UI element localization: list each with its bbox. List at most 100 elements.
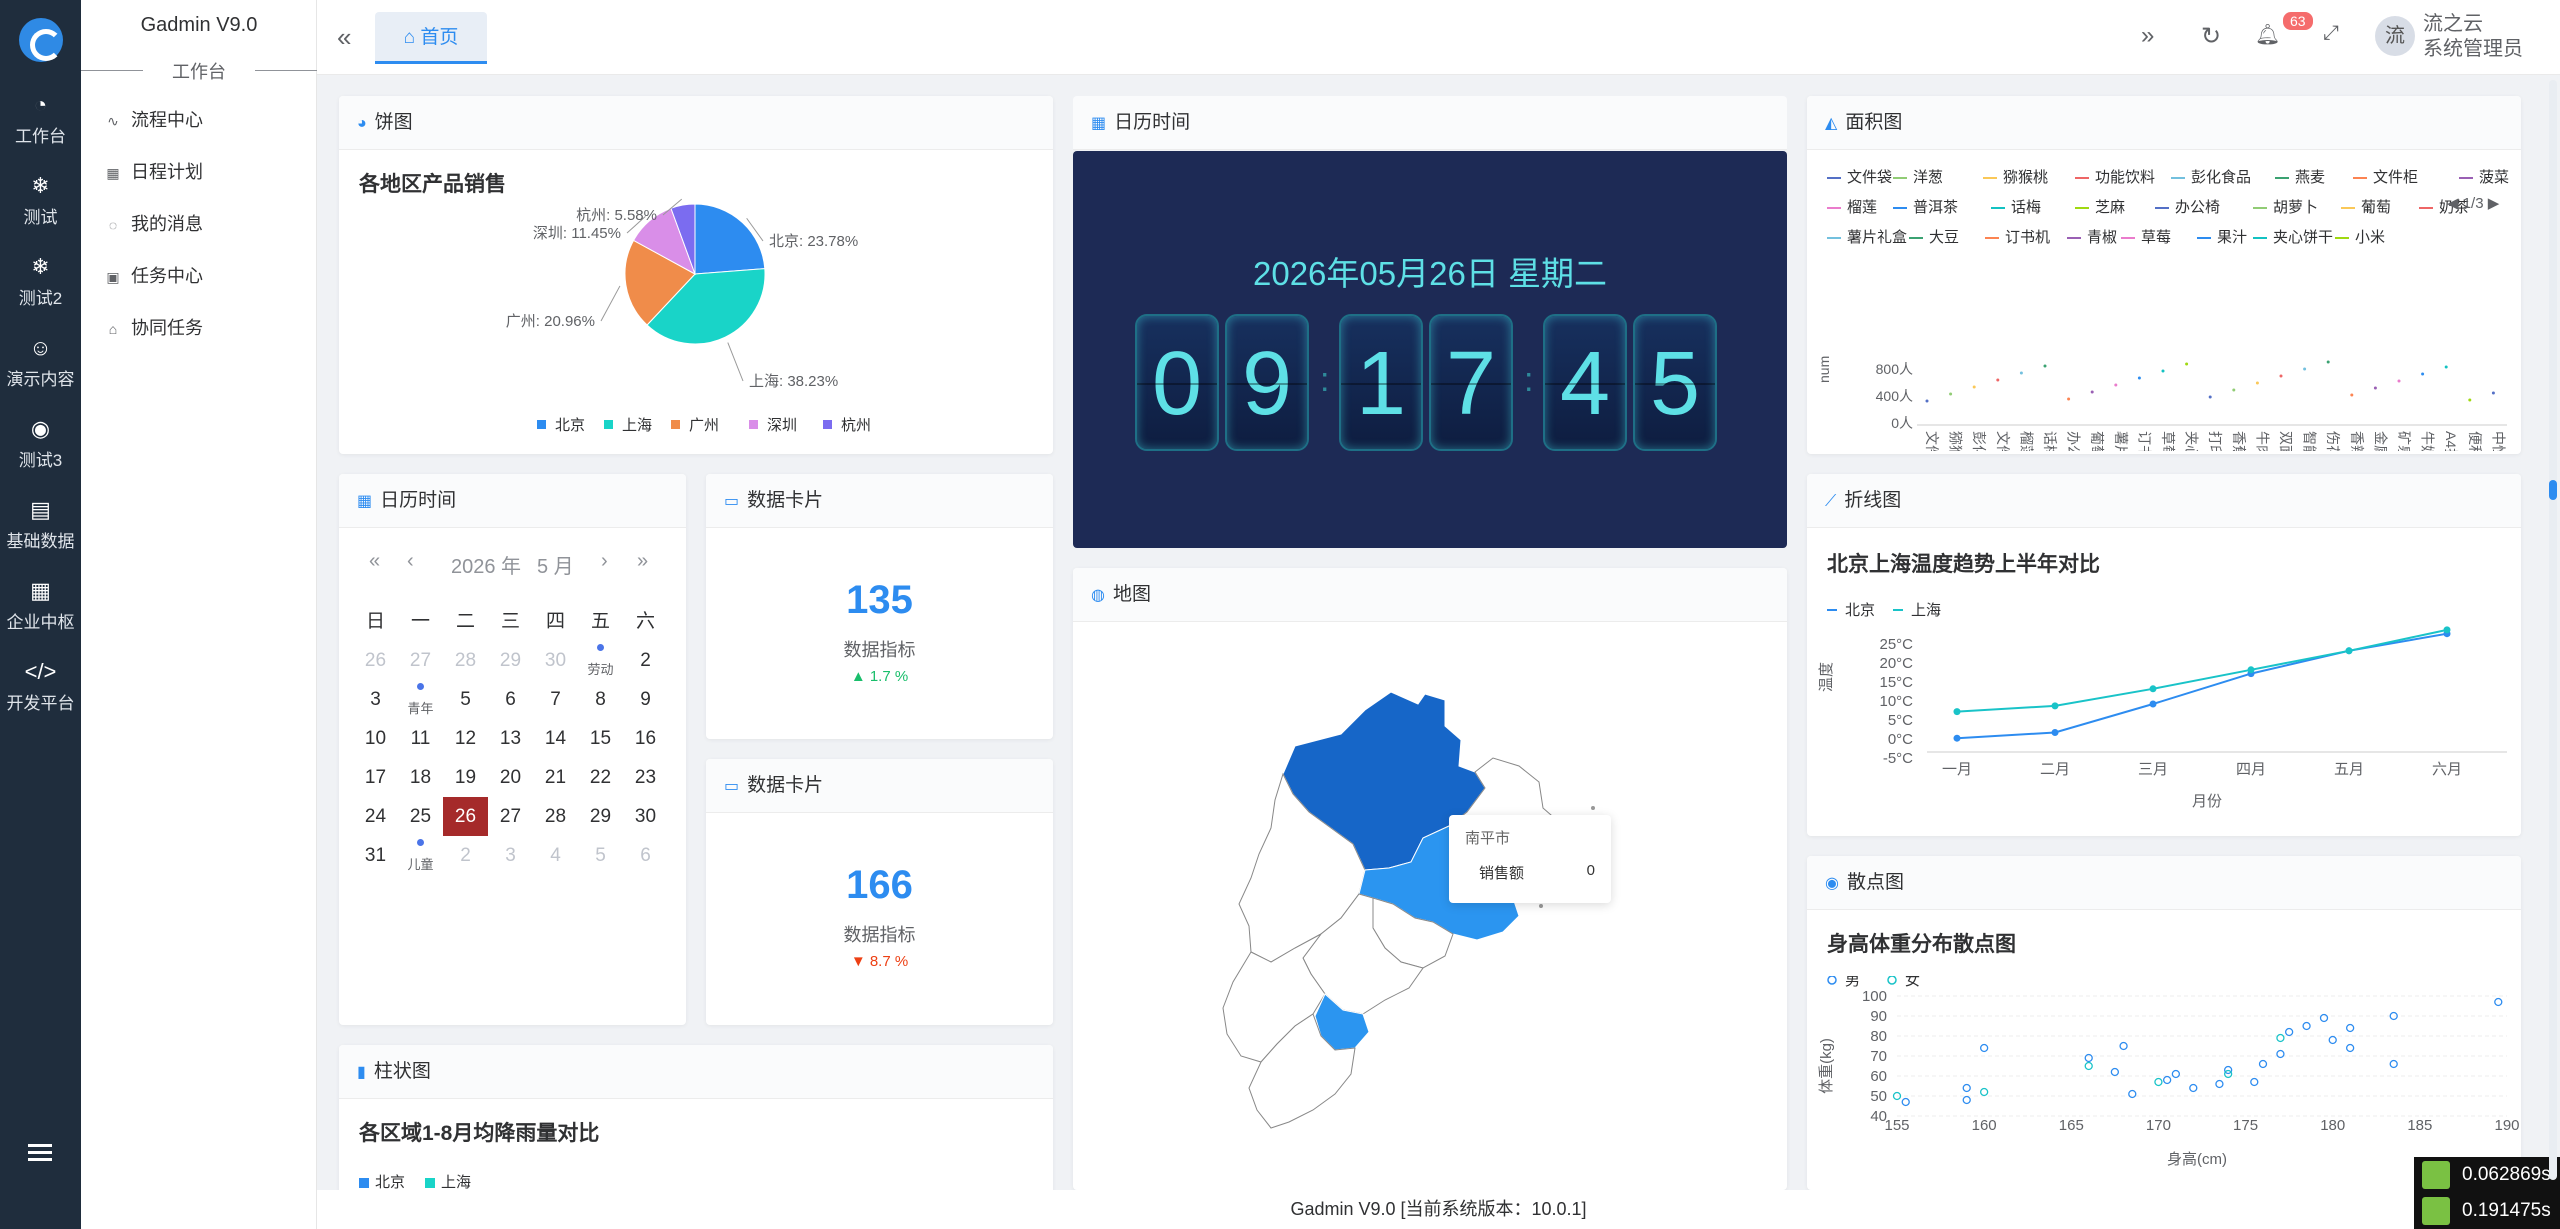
tab-home[interactable]: ⌂ 首页 [375,12,487,64]
province-map[interactable] [1073,622,1787,1190]
calendar-day[interactable]: 8 [578,680,623,719]
area-legend-item[interactable]: 话梅 [1991,196,2041,217]
area-legend-item[interactable]: 薯片礼盒 [1827,226,1907,247]
bar-legend-item[interactable]: 北京 [359,1171,405,1192]
submenu-item[interactable]: ◌ 我的消息 [103,209,203,239]
scrollbar[interactable] [2549,80,2557,1180]
calendar-day[interactable]: 3 [353,680,398,719]
calendar-day[interactable]: 劳动 [578,641,623,680]
calendar-day[interactable]: 14 [533,719,578,758]
calendar-day[interactable]: 12 [443,719,488,758]
submenu-item[interactable]: ▣ 任务中心 [103,261,203,291]
area-legend-item[interactable]: 燕麦 [2275,166,2325,187]
calendar-day[interactable]: 19 [443,758,488,797]
area-legend-item[interactable]: 彭化食品 [2171,166,2251,187]
rail-item-6[interactable]: ▦ 企业中枢 [0,574,81,644]
rail-item-4[interactable]: ◉ 测试3 [0,412,81,482]
area-legend-item[interactable]: 果汁 [2197,226,2247,247]
area-legend-item[interactable]: 草莓 [2121,226,2171,247]
calendar-day[interactable]: 29 [488,641,533,680]
area-legend-item[interactable]: 芝麻 [2075,196,2125,217]
calendar-day[interactable]: 2 [443,836,488,875]
calendar-day[interactable]: 儿童 [398,836,443,875]
logo-icon[interactable] [19,18,63,62]
calendar-day[interactable]: 20 [488,758,533,797]
calendar-day[interactable]: 30 [623,797,668,836]
area-legend-item[interactable]: 夹心饼干 [2253,226,2333,247]
next-year-icon[interactable]: » [637,550,648,573]
user-info[interactable]: 流之云 系统管理员 [2423,12,2523,62]
area-legend-item[interactable]: 菠菜 [2459,166,2509,187]
calendar-day[interactable]: 27 [398,641,443,680]
calendar-day[interactable]: 9 [623,680,668,719]
submenu-item[interactable]: ⌂ 协同任务 [103,313,203,343]
calendar-day[interactable]: 4 [533,836,578,875]
calendar-day[interactable]: 3 [488,836,533,875]
calendar-day[interactable]: 21 [533,758,578,797]
avatar[interactable]: 流 [2375,16,2415,56]
calendar-day[interactable]: 5 [443,680,488,719]
calendar-day[interactable]: 7 [533,680,578,719]
menu-fold-icon[interactable] [28,1140,52,1164]
calendar-day[interactable]: 11 [398,719,443,758]
calendar-day[interactable]: 17 [353,758,398,797]
calendar-day[interactable]: 6 [488,680,533,719]
legend-pager[interactable]: ◀ 1/3 ▶ [2447,194,2499,212]
area-legend-item[interactable]: 订书机 [1985,226,2050,247]
rail-item-1[interactable]: ❄ 测试 [0,169,81,239]
calendar-day[interactable]: 5 [578,836,623,875]
area-legend-item[interactable]: 普洱茶 [1893,196,1958,217]
submenu-item[interactable]: ▦ 日程计划 [103,157,203,187]
calendar-month[interactable]: 5 月 [537,550,574,579]
calendar-day[interactable]: 青年 [398,680,443,719]
area-legend-item[interactable]: 文件柜 [2353,166,2418,187]
calendar-day[interactable]: 2 [623,641,668,680]
next-page-icon[interactable]: ▶ [2488,195,2500,212]
calendar-day[interactable]: 18 [398,758,443,797]
calendar-day[interactable]: 30 [533,641,578,680]
area-legend-item[interactable]: 小米 [2335,226,2385,247]
area-legend-item[interactable]: 文件袋 [1827,166,1892,187]
bar-legend-item[interactable]: 上海 [425,1171,471,1192]
prev-month-icon[interactable]: ‹ [407,550,414,573]
calendar-day-today[interactable]: 26 [443,797,488,836]
prev-year-icon[interactable]: « [369,550,380,573]
calendar-day[interactable]: 25 [398,797,443,836]
area-legend-item[interactable]: 洋葱 [1893,166,1943,187]
area-legend-item[interactable]: 猕猴桃 [1983,166,2048,187]
next-month-icon[interactable]: › [601,550,608,573]
calendar-day[interactable]: 28 [443,641,488,680]
bell-icon[interactable]: 🔔︎ [2255,22,2280,47]
calendar-day[interactable]: 23 [623,758,668,797]
area-legend-item[interactable]: 胡萝卜 [2253,196,2318,217]
area-legend-item[interactable]: 青椒 [2067,226,2117,247]
calendar-day[interactable]: 29 [578,797,623,836]
calendar-day[interactable]: 28 [533,797,578,836]
rail-item-5[interactable]: ▤ 基础数据 [0,493,81,563]
refresh-icon[interactable]: ↻ [2201,22,2221,51]
submenu-item[interactable]: ∿ 流程中心 [103,105,203,135]
calendar-day[interactable]: 26 [353,641,398,680]
calendar-day[interactable]: 22 [578,758,623,797]
calendar-day[interactable]: 13 [488,719,533,758]
calendar-day[interactable]: 27 [488,797,533,836]
prev-page-icon[interactable]: ◀ [2447,195,2459,212]
area-legend-item[interactable]: 办公椅 [2155,196,2220,217]
rail-item-0[interactable]: ◔ 工作台 [0,88,81,158]
calendar-day[interactable]: 10 [353,719,398,758]
area-legend-item[interactable]: 大豆 [1909,226,1959,247]
collapse-icon[interactable]: « [337,22,351,53]
calendar-day[interactable]: 24 [353,797,398,836]
calendar-day[interactable]: 16 [623,719,668,758]
rail-item-7[interactable]: </> 开发平台 [0,655,81,725]
double-right-icon[interactable]: » [2141,22,2154,50]
calendar-day[interactable]: 31 [353,836,398,875]
area-legend-item[interactable]: 榴莲 [1827,196,1877,217]
calendar-day[interactable]: 15 [578,719,623,758]
area-legend-item[interactable]: 功能饮料 [2075,166,2155,187]
rail-item-2[interactable]: ❄ 测试2 [0,250,81,320]
calendar-year[interactable]: 2026 年 [451,550,521,579]
rail-item-3[interactable]: ☺ 演示内容 [0,331,81,401]
fullscreen-icon[interactable]: ⤢ [2323,22,2339,45]
area-legend-item[interactable]: 葡萄 [2341,196,2391,217]
